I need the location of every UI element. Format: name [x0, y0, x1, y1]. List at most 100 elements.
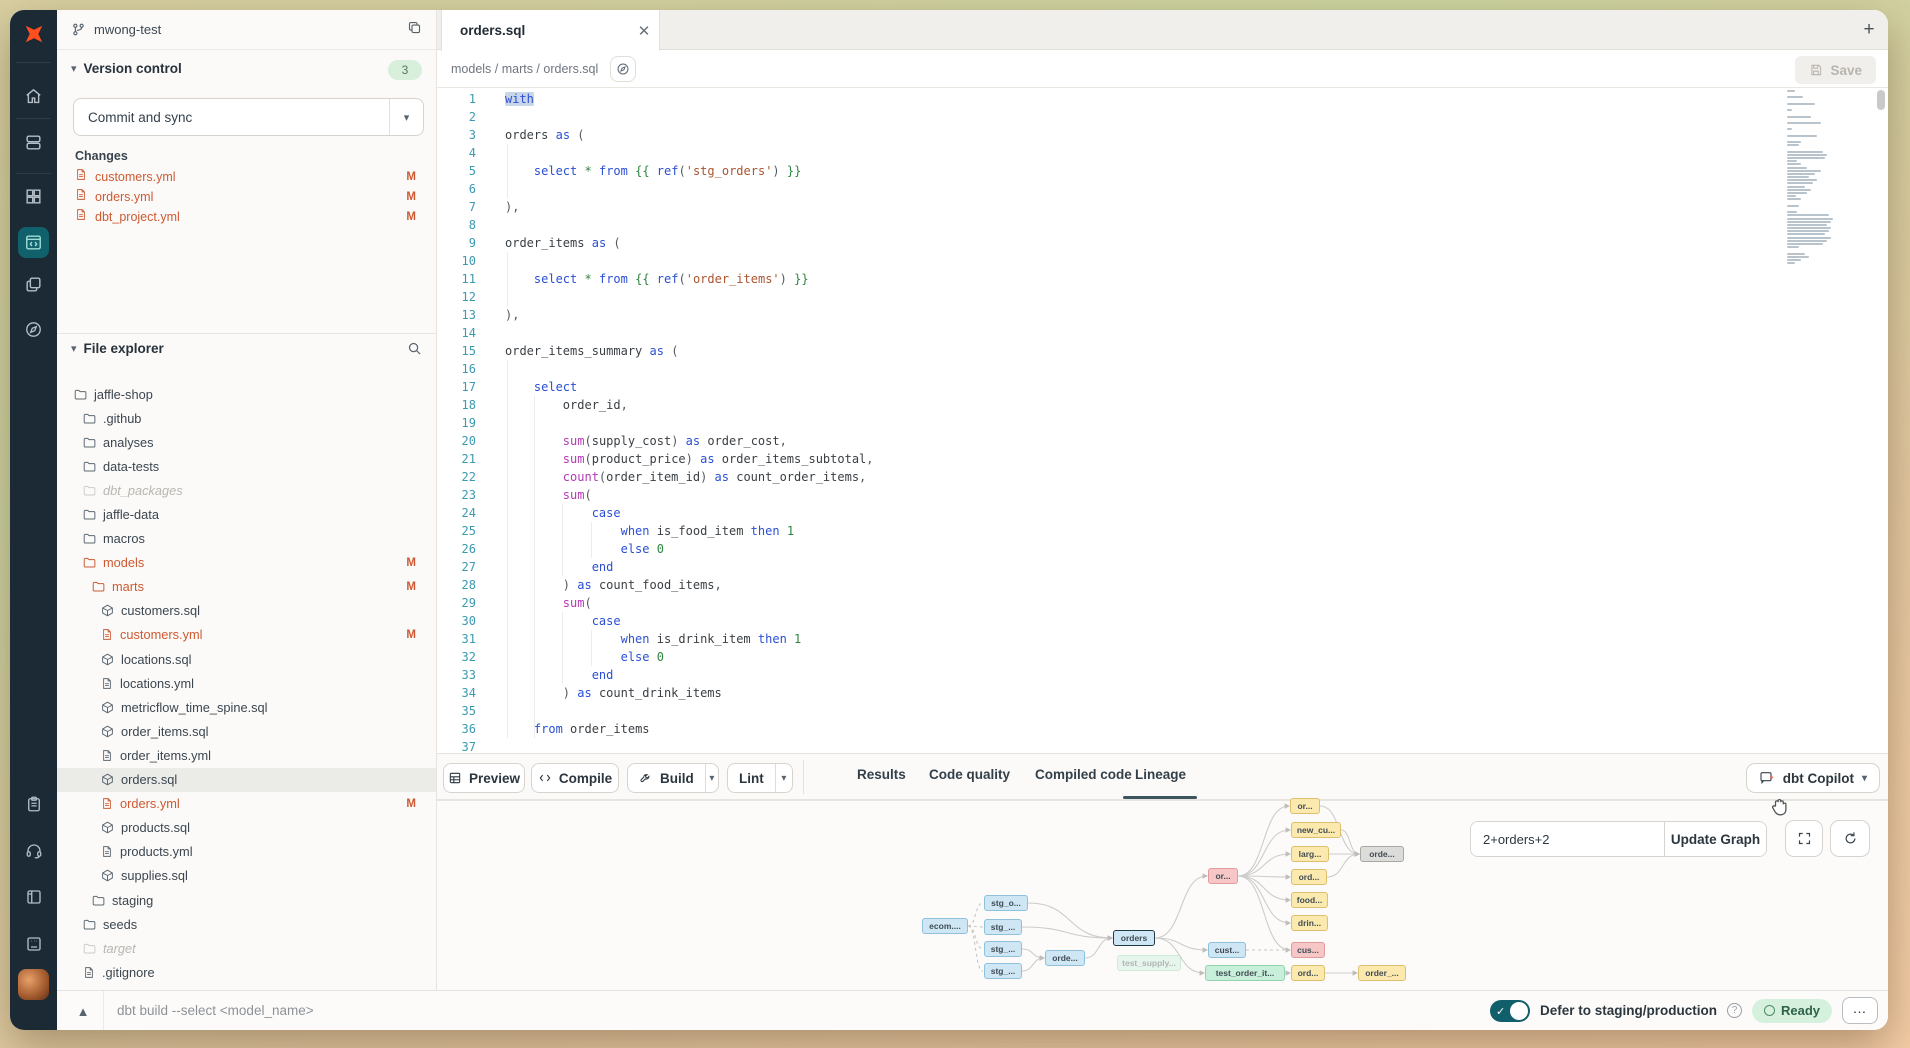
code-line[interactable]: 28 ) as count_food_items, — [437, 576, 1888, 594]
file-tree-item[interactable]: products.sql — [57, 816, 436, 840]
build-options-chevron[interactable]: ▾ — [705, 764, 718, 792]
lineage-node-orders[interactable]: orders — [1113, 930, 1155, 946]
tab-code-quality[interactable]: Code quality — [929, 767, 1010, 782]
lineage-node-stg_2[interactable]: stg_... — [984, 941, 1022, 957]
code-line[interactable]: 36 from order_items — [437, 720, 1888, 738]
dbt-copilot-button[interactable]: dbt Copilot ▾ — [1746, 763, 1880, 793]
lineage-node-ord2[interactable]: ord... — [1291, 965, 1325, 981]
open-in-lineage-button[interactable] — [610, 56, 636, 82]
file-tree-item[interactable]: orders.ymlM — [57, 792, 436, 816]
file-tree-item[interactable]: locations.yml — [57, 671, 436, 695]
file-tree-item[interactable]: customers.sql — [57, 599, 436, 623]
file-tree-item[interactable]: order_items.yml — [57, 743, 436, 767]
file-tree-item[interactable]: macros — [57, 527, 436, 551]
nav-orchestration[interactable] — [18, 269, 49, 300]
code-line[interactable]: 5 select * from {{ ref('stg_orders') }} — [437, 162, 1888, 180]
save-button[interactable]: Save — [1795, 56, 1876, 84]
lineage-node-stg_o[interactable]: stg_o... — [984, 895, 1028, 911]
code-line[interactable]: 37 — [437, 738, 1888, 753]
tab-compiled-code[interactable]: Compiled code — [1035, 767, 1132, 782]
file-tree-item[interactable]: modelsM — [57, 551, 436, 575]
code-line[interactable]: 9order_items as ( — [437, 234, 1888, 252]
code-line[interactable]: 18 order_id, — [437, 396, 1888, 414]
code-line[interactable]: 24 case — [437, 504, 1888, 522]
command-input[interactable] — [117, 991, 1017, 1030]
lineage-node-orde_g[interactable]: orde... — [1360, 846, 1404, 862]
lineage-refresh-button[interactable] — [1830, 820, 1870, 857]
nav-develop-active[interactable] — [18, 227, 49, 258]
file-tree-item[interactable]: products.yml — [57, 840, 436, 864]
file-tree-item[interactable]: jaffle-data — [57, 502, 436, 526]
code-line[interactable]: 17 select — [437, 378, 1888, 396]
file-tree-item[interactable]: .github — [57, 406, 436, 430]
file-tree-item[interactable]: supplies.sql — [57, 864, 436, 888]
code-line[interactable]: 8 — [437, 216, 1888, 234]
lineage-node-or_y[interactable]: or... — [1290, 798, 1320, 814]
code-line[interactable]: 14 — [437, 324, 1888, 342]
lineage-selector-input[interactable] — [1471, 822, 1664, 856]
file-tree-item[interactable]: dbt_packages — [57, 478, 436, 502]
lineage-node-or_p[interactable]: or... — [1208, 868, 1238, 884]
nav-environments[interactable] — [18, 127, 49, 158]
nav-home[interactable] — [18, 81, 49, 112]
lineage-node-orde1[interactable]: orde... — [1045, 950, 1085, 966]
editor-scrollbar[interactable] — [1877, 90, 1885, 110]
file-tree-item[interactable]: order_items.sql — [57, 719, 436, 743]
nav-support[interactable] — [18, 835, 49, 866]
new-tab-button[interactable]: + — [1857, 18, 1881, 42]
file-tree-item[interactable]: .gitignore — [57, 960, 436, 984]
lineage-node-food[interactable]: food... — [1291, 892, 1328, 908]
file-tree-item[interactable]: martsM — [57, 575, 436, 599]
code-line[interactable]: 1with — [437, 90, 1888, 108]
user-avatar[interactable] — [18, 969, 49, 1000]
editor-minimap[interactable] — [1787, 90, 1872, 265]
lineage-node-testsup[interactable]: test_supply... — [1117, 955, 1181, 971]
build-button[interactable]: Build ▾ — [627, 763, 719, 793]
lineage-node-larg[interactable]: larg... — [1291, 846, 1329, 862]
code-line[interactable]: 19 — [437, 414, 1888, 432]
lint-button[interactable]: Lint ▾ — [727, 763, 793, 793]
code-line[interactable]: 20 sum(supply_cost) as order_cost, — [437, 432, 1888, 450]
code-line[interactable]: 35 — [437, 702, 1888, 720]
code-line[interactable]: 22 count(order_item_id) as count_order_i… — [437, 468, 1888, 486]
nav-shortcuts[interactable] — [18, 928, 49, 959]
status-badge[interactable]: Ready — [1752, 999, 1832, 1023]
file-tree-item[interactable]: staging — [57, 888, 436, 912]
close-tab-icon[interactable]: ✕ — [629, 22, 659, 40]
help-icon[interactable]: ? — [1727, 1003, 1742, 1018]
duplicate-icon[interactable] — [407, 20, 422, 40]
file-tree-item[interactable]: customers.ymlM — [57, 623, 436, 647]
commit-and-sync-button[interactable]: Commit and sync ▾ — [73, 98, 424, 136]
changed-file-item[interactable]: customers.ymlM — [57, 167, 436, 187]
version-control-header[interactable]: ▾ Version control — [71, 61, 182, 76]
code-line[interactable]: 32 else 0 — [437, 648, 1888, 666]
code-line[interactable]: 13), — [437, 306, 1888, 324]
code-line[interactable]: 33 end — [437, 666, 1888, 684]
code-line[interactable]: 4 — [437, 144, 1888, 162]
command-bar-expand-chevron[interactable]: ▲ — [71, 1001, 95, 1021]
code-line[interactable]: 16 — [437, 360, 1888, 378]
lineage-node-ecom[interactable]: ecom.... — [922, 918, 968, 934]
code-line[interactable]: 3orders as ( — [437, 126, 1888, 144]
code-line[interactable]: 23 sum( — [437, 486, 1888, 504]
lineage-fullscreen-button[interactable] — [1785, 820, 1823, 857]
commit-options-chevron[interactable]: ▾ — [389, 99, 423, 135]
code-line[interactable]: 6 — [437, 180, 1888, 198]
code-line[interactable]: 2 — [437, 108, 1888, 126]
code-line[interactable]: 10 — [437, 252, 1888, 270]
code-line[interactable]: 7), — [437, 198, 1888, 216]
nav-docs[interactable] — [18, 881, 49, 912]
lineage-node-new_cu[interactable]: new_cu... — [1291, 822, 1341, 838]
file-tree-item[interactable]: seeds — [57, 912, 436, 936]
file-tree-item[interactable]: target — [57, 936, 436, 960]
code-line[interactable]: 21 sum(product_price) as order_items_sub… — [437, 450, 1888, 468]
nav-apps-grid[interactable] — [18, 181, 49, 212]
changed-file-item[interactable]: dbt_project.ymlM — [57, 207, 436, 227]
file-tree-item[interactable]: jaffle-shop — [57, 382, 436, 406]
lineage-node-order_f[interactable]: order_... — [1358, 965, 1406, 981]
file-tree-item[interactable]: data-tests — [57, 454, 436, 478]
code-line[interactable]: 31 when is_drink_item then 1 — [437, 630, 1888, 648]
lineage-node-cust[interactable]: cust... — [1208, 942, 1246, 958]
lineage-node-drin[interactable]: drin... — [1291, 915, 1328, 931]
changed-file-item[interactable]: orders.ymlM — [57, 187, 436, 207]
